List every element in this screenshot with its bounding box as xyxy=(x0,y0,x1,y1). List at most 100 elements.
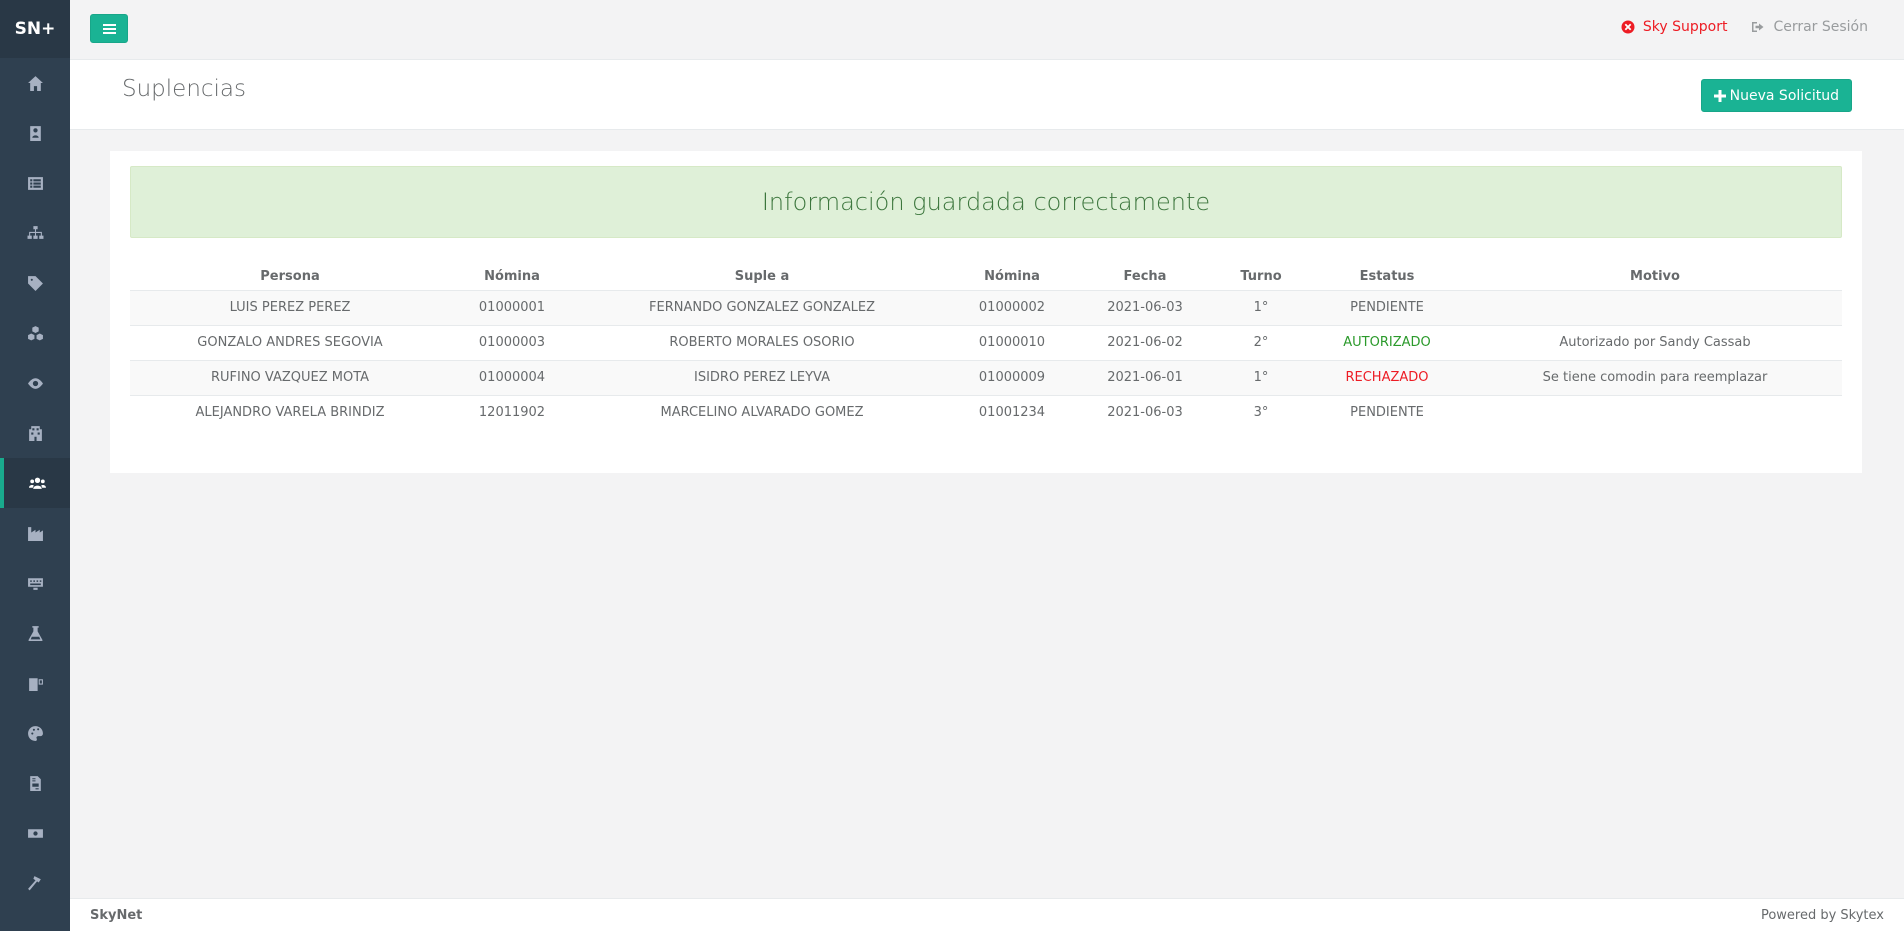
footer-powered-by: Powered by Skytex xyxy=(1760,907,1884,923)
header-persona: Persona xyxy=(130,263,450,291)
dumpster-icon xyxy=(28,677,43,691)
cell-turno: 1° xyxy=(1216,290,1306,326)
cell-nomina-2: 01000010 xyxy=(950,325,1074,361)
cell-persona: ALEJANDRO VARELA BRINDIZ xyxy=(195,405,385,421)
sidebar-item-tag[interactable] xyxy=(0,258,70,308)
file-invoice-icon xyxy=(29,775,41,791)
sidebar-item-money[interactable] xyxy=(0,808,70,858)
sidebar-item-industry[interactable] xyxy=(0,508,70,558)
header-suple-a: Suple a xyxy=(574,263,950,291)
keyboard-icon xyxy=(27,577,43,590)
sidebar-item-file-invoice[interactable] xyxy=(0,758,70,808)
cell-turno: 3° xyxy=(1253,405,1269,421)
menu-toggle-button[interactable] xyxy=(90,14,128,43)
sidebar-item-flask[interactable] xyxy=(0,608,70,658)
cell-nomina: 01000003 xyxy=(450,325,574,361)
success-alert: Información guardada correctamente xyxy=(130,166,1842,238)
cell-nomina-2: 01001234 xyxy=(978,405,1046,421)
cell-motivo xyxy=(1468,395,1842,430)
sidebar-item-users[interactable] xyxy=(0,458,70,508)
sidebar: SN+ xyxy=(0,0,70,931)
users-icon xyxy=(28,477,46,489)
table-row[interactable]: ALEJANDRO VARELA BRINDIZ 12011902 MARCEL… xyxy=(130,395,1842,430)
cell-turno: 2° xyxy=(1216,325,1306,361)
eye-icon xyxy=(27,377,43,389)
sky-support-link[interactable]: Sky Support xyxy=(1621,19,1728,35)
header-nomina: Nómina xyxy=(450,263,574,291)
cell-turno: 1° xyxy=(1216,360,1306,396)
cell-estatus: AUTORIZADO xyxy=(1306,325,1468,361)
sidebar-item-home[interactable] xyxy=(0,58,70,108)
sitemap-icon xyxy=(27,225,43,239)
cell-motivo: Se tiene comodin para reemplazar xyxy=(1468,360,1842,396)
home-icon xyxy=(27,75,43,91)
brand-logo[interactable]: SN+ xyxy=(0,0,70,58)
table-row[interactable]: LUIS PEREZ PEREZ 01000001 FERNANDO GONZA… xyxy=(130,290,1842,326)
cell-fecha: 2021-06-03 xyxy=(1074,290,1216,326)
header-estatus: Estatus xyxy=(1306,263,1468,291)
industry-icon xyxy=(27,526,43,541)
content-box: Información guardada correctamente Perso… xyxy=(110,151,1862,473)
cell-nomina-2: 01000002 xyxy=(950,290,1074,326)
substitutions-table: Persona Nómina Suple a Nómina Fecha Turn… xyxy=(130,263,1842,430)
flask-icon xyxy=(28,625,42,641)
cell-suple-a: FERNANDO GONZALEZ GONZALEZ xyxy=(574,290,950,326)
palette-icon xyxy=(27,725,43,741)
sidebar-item-sitemap[interactable] xyxy=(0,208,70,258)
sidebar-item-palette[interactable] xyxy=(0,708,70,758)
cell-fecha: 2021-06-01 xyxy=(1074,360,1216,396)
cell-estatus: PENDIENTE xyxy=(1350,405,1424,421)
top-links: Sky Support Cerrar Sesión xyxy=(1621,19,1868,35)
cell-suple-a: ISIDRO PEREZ LEYVA xyxy=(574,360,950,396)
hammer-icon xyxy=(27,875,41,890)
address-book-icon xyxy=(29,125,41,141)
cell-nomina-2: 01000009 xyxy=(950,360,1074,396)
bars-icon xyxy=(102,23,116,34)
cell-nomina: 12011902 xyxy=(478,405,546,421)
header-motivo: Motivo xyxy=(1468,263,1842,291)
logout-label: Cerrar Sesión xyxy=(1773,19,1868,35)
new-request-button[interactable]: Nueva Solicitud xyxy=(1700,79,1852,112)
cell-nomina: 01000001 xyxy=(450,290,574,326)
sidebar-item-hammer[interactable] xyxy=(0,858,70,908)
page-heading: Suplencias Nueva Solicitud xyxy=(70,60,1904,130)
list-icon xyxy=(27,176,43,190)
building-icon xyxy=(28,425,42,441)
footer-app-name: SkyNet xyxy=(90,907,143,923)
tag-icon xyxy=(27,275,43,291)
cell-estatus: RECHAZADO xyxy=(1306,360,1468,396)
cell-suple-a: MARCELINO ALVARADO GOMEZ xyxy=(660,405,864,421)
cell-motivo xyxy=(1468,290,1842,326)
sign-out-icon xyxy=(1752,22,1764,32)
money-bill-icon xyxy=(27,828,43,838)
sidebar-item-building[interactable] xyxy=(0,408,70,458)
header-nomina-2: Nómina xyxy=(950,263,1074,291)
header-turno: Turno xyxy=(1216,263,1306,291)
cell-persona: RUFINO VAZQUEZ MOTA xyxy=(130,360,450,396)
sidebar-item-cubes[interactable] xyxy=(0,308,70,358)
cubes-icon xyxy=(27,325,43,340)
footer: SkyNet Powered by Skytex xyxy=(70,898,1904,931)
new-request-label: Nueva Solicitud xyxy=(1729,87,1839,104)
plus-icon xyxy=(1713,89,1726,102)
sidebar-item-list[interactable] xyxy=(0,158,70,208)
support-icon xyxy=(1621,20,1635,34)
sky-support-label: Sky Support xyxy=(1642,19,1728,35)
table-row[interactable]: RUFINO VAZQUEZ MOTA 01000004 ISIDRO PERE… xyxy=(130,360,1842,396)
cell-suple-a: ROBERTO MORALES OSORIO xyxy=(574,325,950,361)
cell-persona: GONZALO ANDRES SEGOVIA xyxy=(130,325,450,361)
sidebar-item-address-book[interactable] xyxy=(0,108,70,158)
sidebar-item-dumpster[interactable] xyxy=(0,658,70,708)
cell-fecha: 2021-06-03 xyxy=(1107,405,1183,421)
logout-link[interactable]: Cerrar Sesión xyxy=(1751,19,1868,35)
sidebar-item-keyboard[interactable] xyxy=(0,558,70,608)
cell-estatus: PENDIENTE xyxy=(1306,290,1468,326)
table-header-row: Persona Nómina Suple a Nómina Fecha Turn… xyxy=(130,263,1842,291)
topbar: Sky Support Cerrar Sesión xyxy=(70,0,1904,60)
table-row[interactable]: GONZALO ANDRES SEGOVIA 01000003 ROBERTO … xyxy=(130,325,1842,361)
cell-persona: LUIS PEREZ PEREZ xyxy=(130,290,450,326)
cell-nomina: 01000004 xyxy=(450,360,574,396)
sidebar-item-eye[interactable] xyxy=(0,358,70,408)
header-fecha: Fecha xyxy=(1074,263,1216,291)
cell-fecha: 2021-06-02 xyxy=(1074,325,1216,361)
